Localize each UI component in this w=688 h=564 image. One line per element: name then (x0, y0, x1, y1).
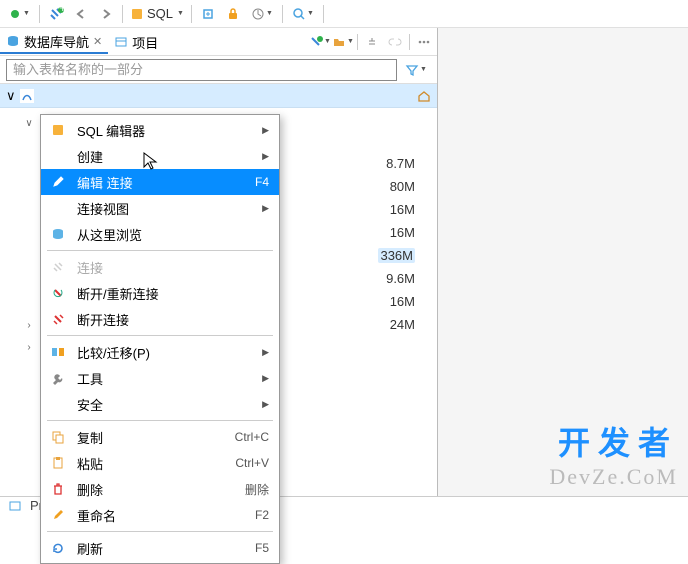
commit-icon[interactable] (197, 3, 219, 25)
trash-icon (51, 482, 65, 496)
browse-icon (51, 227, 65, 241)
ctx-paste[interactable]: 粘贴Ctrl+V (41, 450, 279, 476)
ctx-disconnect[interactable]: 断开连接 (41, 306, 279, 332)
tab-label: 项目 (132, 33, 158, 52)
lock-icon[interactable] (222, 3, 244, 25)
new-connection-icon[interactable]: + (45, 3, 67, 25)
tabs-row: 数据库导航 ✕ 项目 ▼ ▼ (0, 28, 437, 56)
main-toolbar: ▼ + SQL▼ ▼ ▼ (0, 0, 688, 28)
submenu-arrow-icon: ▶ (262, 347, 269, 358)
search-dropdown[interactable]: ▼ (288, 3, 318, 25)
submenu-arrow-icon: ▶ (262, 203, 269, 214)
paste-icon (51, 456, 65, 470)
toolbar-dropdown[interactable]: ▼ (247, 3, 277, 25)
db-icon (6, 34, 20, 48)
sql-icon (51, 123, 65, 137)
refresh-icon (51, 541, 65, 555)
ctx-edit-connection[interactable]: 编辑 连接F4 (41, 169, 279, 195)
compare-icon (51, 345, 65, 359)
ctx-security[interactable]: 安全▶ (41, 391, 279, 417)
rename-icon (51, 508, 65, 522)
panel-toolbar: ▼ ▼ (309, 31, 435, 53)
connection-row[interactable]: ∨ (0, 84, 437, 108)
tab-label: 数据库导航 (24, 32, 89, 51)
submenu-arrow-icon: ▶ (262, 125, 269, 136)
sql-dropdown[interactable]: SQL▼ (128, 6, 186, 21)
ctx-connect: 连接 (41, 254, 279, 280)
plug-icon (51, 260, 65, 274)
ctx-rename[interactable]: 重命名F2 (41, 502, 279, 528)
mysql-icon (20, 89, 34, 103)
home-icon (417, 89, 431, 103)
ctx-connection-view[interactable]: 连接视图▶ (41, 195, 279, 221)
ctx-copy[interactable]: 复制Ctrl+C (41, 424, 279, 450)
wrench-icon (51, 371, 65, 385)
menu-icon[interactable] (413, 31, 435, 53)
copy-icon (51, 430, 65, 444)
new-conn-mini-icon[interactable]: ▼ (309, 31, 331, 53)
nav-fwd-icon[interactable] (95, 3, 117, 25)
ctx-sql-editor[interactable]: SQL 编辑器▶ (41, 117, 279, 143)
ctx-browse[interactable]: 从这里浏览 (41, 221, 279, 247)
ctx-create[interactable]: 创建▶ (41, 143, 279, 169)
close-icon[interactable]: ✕ (93, 35, 102, 48)
svg-text:+: + (59, 6, 64, 15)
pencil-icon (51, 175, 65, 189)
project-icon (114, 35, 128, 49)
toolbar-button[interactable]: ▼ (4, 3, 34, 25)
search-row: ▼ (0, 56, 437, 84)
size-column: 8.7M 80M 16M 16M 336M 9.6M 16M 24M (378, 152, 415, 336)
submenu-arrow-icon: ▶ (262, 399, 269, 410)
link-icon[interactable] (384, 31, 406, 53)
search-input[interactable] (6, 59, 397, 81)
editor-area (438, 28, 688, 496)
ctx-reconnect[interactable]: 断开/重新连接 (41, 280, 279, 306)
ctx-refresh[interactable]: 刷新F5 (41, 535, 279, 561)
project-icon (8, 499, 22, 513)
collapse-icon[interactable] (361, 31, 383, 53)
tab-db-nav[interactable]: 数据库导航 ✕ (0, 30, 108, 54)
expand-icon[interactable]: ∨ (6, 88, 16, 104)
folder-mini-icon[interactable]: ▼ (332, 31, 354, 53)
context-menu: SQL 编辑器▶ 创建▶ 编辑 连接F4 连接视图▶ 从这里浏览 连接 (40, 114, 280, 564)
submenu-arrow-icon: ▶ (262, 151, 269, 162)
reconnect-icon (51, 286, 65, 300)
disconnect-icon (51, 312, 65, 326)
filter-icon[interactable]: ▼ (401, 59, 431, 81)
ctx-compare[interactable]: 比较/迁移(P)▶ (41, 339, 279, 365)
submenu-arrow-icon: ▶ (262, 373, 269, 384)
ctx-delete[interactable]: 删除删除 (41, 476, 279, 502)
ctx-tools[interactable]: 工具▶ (41, 365, 279, 391)
tab-project[interactable]: 项目 (108, 30, 164, 54)
nav-back-icon[interactable] (70, 3, 92, 25)
